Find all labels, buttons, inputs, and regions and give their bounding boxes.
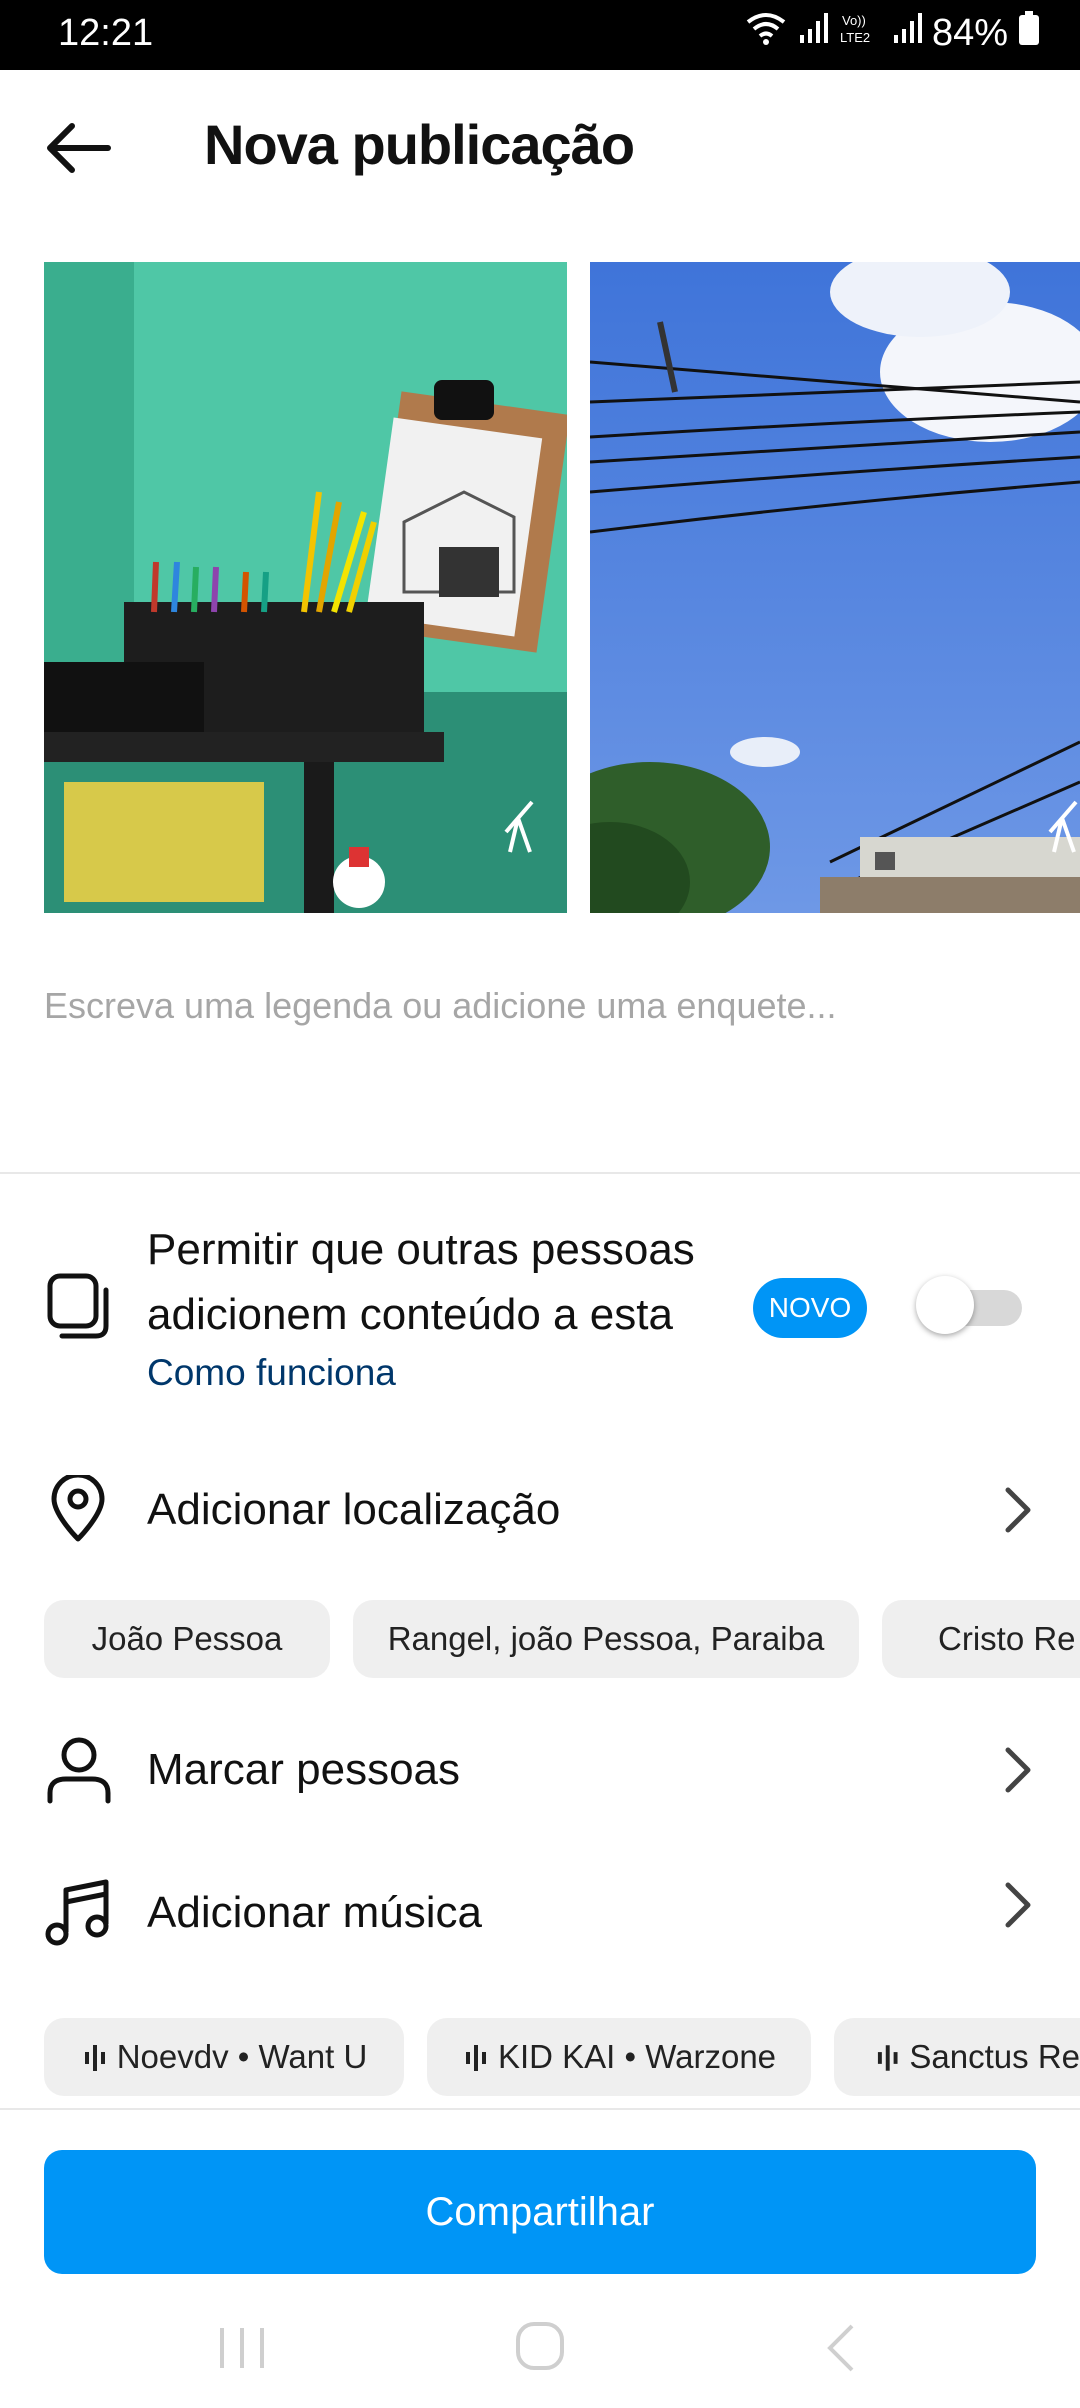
person-icon bbox=[44, 1735, 114, 1805]
collab-text-line1: Permitir que outras pessoas bbox=[147, 1225, 695, 1274]
music-chip[interactable]: KID KAI • Warzone bbox=[427, 2018, 811, 2096]
svg-text:Vo)): Vo)) bbox=[842, 13, 866, 28]
back-button[interactable] bbox=[40, 112, 120, 184]
music-note-icon bbox=[44, 1878, 114, 1948]
status-icons: Vo)) LTE2 84% bbox=[744, 10, 1040, 56]
chevron-right-icon[interactable] bbox=[998, 1480, 1038, 1540]
audio-wave-icon bbox=[877, 2045, 898, 2071]
divider bbox=[0, 1172, 1080, 1174]
music-chip-label: Noevdv • Want U bbox=[116, 2038, 368, 2075]
location-chip[interactable]: João Pessoa bbox=[44, 1600, 330, 1678]
media-thumbnail-1[interactable] bbox=[44, 262, 567, 913]
signal-icon bbox=[892, 11, 922, 55]
add-music-button[interactable]: Adicionar música bbox=[147, 1888, 482, 1938]
music-chip-label: Sanctus Re bbox=[909, 2038, 1080, 2075]
caption-input[interactable]: Escreva uma legenda ou adicione uma enqu… bbox=[44, 985, 837, 1027]
status-bar: 12:21 Vo)) LTE2 84% bbox=[0, 0, 1080, 70]
collab-toggle-knob[interactable] bbox=[916, 1276, 974, 1334]
new-badge: NOVO bbox=[753, 1278, 867, 1338]
location-chip[interactable]: Rangel, joão Pessoa, Paraiba bbox=[353, 1600, 859, 1678]
chevron-right-icon[interactable] bbox=[998, 1740, 1038, 1800]
svg-text:LTE2: LTE2 bbox=[840, 30, 870, 45]
media-thumbnail-2[interactable] bbox=[590, 262, 1080, 913]
music-chip[interactable]: Noevdv • Want U bbox=[44, 2018, 404, 2096]
divider bbox=[0, 2108, 1080, 2110]
share-button[interactable]: Compartilhar bbox=[44, 2150, 1036, 2274]
wifi-icon bbox=[744, 10, 788, 56]
signal-icon bbox=[798, 11, 828, 55]
music-chip-label: KID KAI • Warzone bbox=[497, 2038, 777, 2075]
music-chip[interactable]: Sanctus Re bbox=[834, 2018, 1080, 2096]
audio-wave-icon bbox=[84, 2045, 105, 2071]
tag-people-button[interactable]: Marcar pessoas bbox=[147, 1745, 460, 1795]
battery-icon bbox=[1018, 10, 1040, 56]
back-icon[interactable] bbox=[822, 2322, 862, 2374]
arrow-left-icon bbox=[47, 123, 111, 173]
collab-text-line2: adicionem conteúdo a esta bbox=[147, 1290, 673, 1339]
add-location-button[interactable]: Adicionar localização bbox=[147, 1485, 560, 1535]
battery-percent: 84% bbox=[931, 11, 1008, 54]
photo-room bbox=[44, 262, 567, 913]
layers-icon bbox=[46, 1272, 112, 1342]
system-nav-bar bbox=[0, 2300, 1080, 2408]
page-title: Nova publicação bbox=[204, 113, 635, 176]
volte-icon: Vo)) LTE2 bbox=[838, 11, 882, 55]
photo-sky bbox=[590, 262, 1080, 913]
location-pin-icon bbox=[48, 1472, 108, 1545]
status-time: 12:21 bbox=[58, 12, 154, 54]
home-icon[interactable] bbox=[512, 2318, 568, 2374]
chevron-right-icon[interactable] bbox=[998, 1875, 1038, 1935]
recents-icon[interactable] bbox=[214, 2322, 270, 2374]
location-chip[interactable]: Cristo Re bbox=[882, 1600, 1080, 1678]
how-it-works-link[interactable]: Como funciona bbox=[147, 1352, 396, 1394]
audio-wave-icon bbox=[465, 2045, 486, 2071]
